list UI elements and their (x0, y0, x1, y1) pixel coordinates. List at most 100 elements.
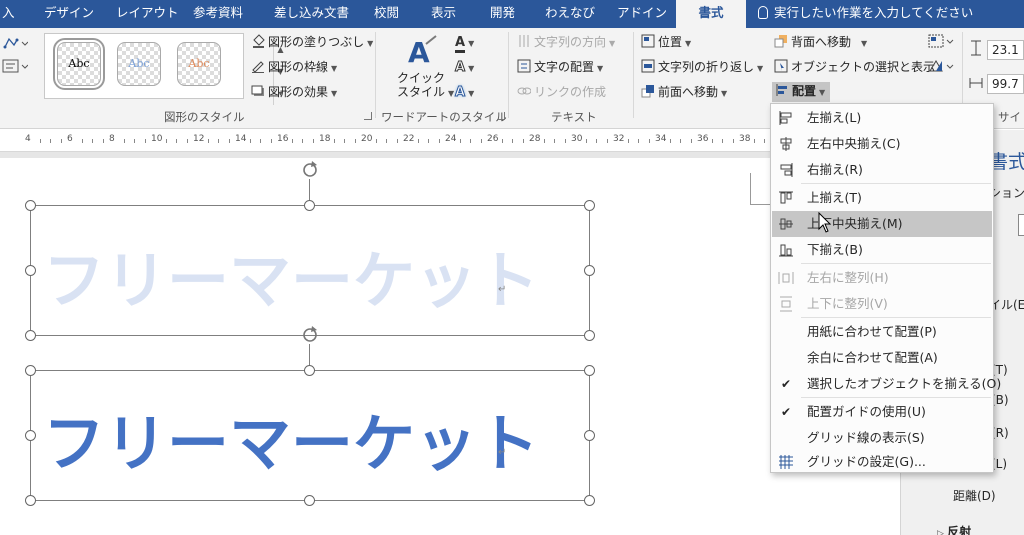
width-input[interactable]: 99.7 (987, 74, 1024, 94)
ruler-tick (543, 139, 545, 143)
pane-icon-box[interactable] (1018, 214, 1024, 236)
ruler-tick (564, 139, 566, 143)
text-effects-button[interactable]: A ▼ (454, 84, 474, 102)
tab-references[interactable]: 参考資料 (193, 0, 243, 28)
ruler-number: 24 (445, 134, 457, 144)
resize-handle[interactable] (304, 495, 315, 506)
menu-item-align-selected-objects[interactable]: ✔ 選択したオブジェクトを揃える(O) (772, 371, 1001, 397)
resize-handle[interactable] (25, 200, 36, 211)
tab-insert[interactable]: 入 (2, 0, 15, 28)
horizontal-ruler[interactable]: 468101214161820222426283032343638404244 (0, 130, 900, 152)
menu-item-align-right[interactable]: 右揃え(R) (772, 157, 992, 183)
ruler-tick (585, 139, 587, 143)
shape-style-swatch-3[interactable]: Abc (177, 42, 221, 86)
tab-review[interactable]: 校閲 (374, 0, 399, 28)
resize-handle[interactable] (584, 200, 595, 211)
menu-item-align-to-margin[interactable]: 余白に合わせて配置(A) (772, 345, 992, 371)
height-icon (969, 40, 983, 60)
group-label-wordart: ワードアートのスタイル (381, 110, 507, 124)
rotate-handle-icon[interactable] (300, 160, 320, 180)
tab-mailings[interactable]: 差し込み文書 (274, 0, 349, 28)
shape-styles-launcher-icon[interactable] (364, 112, 372, 120)
height-input[interactable]: 23.1 (987, 40, 1024, 60)
tab-view[interactable]: 表示 (431, 0, 456, 28)
menu-item-distribute-vertical[interactable]: 上下に整列(V) (772, 291, 992, 317)
selection-pane-button[interactable]: オブジェクトの選択と表示 (774, 59, 935, 75)
wordart-textbox-bottom[interactable]: フリーマーケット ↵ (30, 370, 590, 501)
menu-item-grid-settings[interactable]: グリッドの設定(G)... (772, 451, 992, 473)
ribbon-separator (508, 32, 509, 118)
menu-item-align-to-page[interactable]: 用紙に合わせて配置(P) (772, 319, 992, 345)
resize-handle[interactable] (304, 200, 315, 211)
tab-waenavi[interactable]: わえなび (545, 0, 595, 28)
resize-handle[interactable] (584, 330, 595, 341)
tab-design[interactable]: デザイン (44, 0, 94, 28)
wordart-launcher-icon[interactable] (497, 112, 505, 120)
pane-reflection-section[interactable]: ▷ 反射 (937, 523, 971, 535)
menu-item-align-left[interactable]: 左揃え(L) (772, 105, 992, 131)
menu-item-align-bottom[interactable]: 下揃え(B) (772, 237, 992, 263)
group-label-size: サイ (998, 110, 1021, 124)
resize-handle[interactable] (584, 430, 595, 441)
resize-handle[interactable] (25, 265, 36, 276)
menu-item-align-center[interactable]: 左右中央揃え(C) (772, 131, 992, 157)
shape-effects-button[interactable]: 図形の効果 ▼ (251, 84, 337, 102)
rotate-handle-icon[interactable] (300, 325, 320, 345)
text-direction-icon (519, 35, 529, 47)
ruler-number: 22 (403, 134, 415, 144)
tab-addins[interactable]: アドイン (617, 0, 667, 28)
shape-style-swatch-2[interactable]: Abc (117, 42, 161, 86)
ruler-tick (512, 139, 513, 143)
textbox-icon[interactable] (2, 59, 29, 77)
mouse-cursor-icon (818, 212, 832, 233)
tab-developer[interactable]: 開発 (490, 0, 515, 28)
resize-handle[interactable] (25, 430, 36, 441)
quick-style-button[interactable]: クイック スタイル ▼ (397, 71, 454, 101)
resize-handle[interactable] (25, 365, 36, 376)
shape-fill-button[interactable]: 図形の塗りつぶし ▼ (251, 34, 373, 52)
shape-style-gallery[interactable]: Abc Abc Abc ▲ ▼ ▾ (44, 33, 284, 105)
text-direction-button[interactable]: 文字列の方向 ▼ (517, 34, 615, 52)
bring-forward-button[interactable]: 前面へ移動 ▼ (641, 84, 727, 102)
align-button[interactable]: 配置 ▼ (772, 82, 831, 102)
menu-item-align-middle[interactable]: 上下中央揃え(M) (772, 211, 992, 237)
shape-style-swatch-1[interactable]: Abc (53, 38, 105, 90)
resize-handle[interactable] (584, 265, 595, 276)
shape-outline-button[interactable]: 図形の枠線 ▼ (251, 59, 337, 77)
ruler-tick (638, 139, 639, 143)
document-page[interactable]: フリーマーケット ↵ フリーマーケット ↵ (0, 158, 900, 535)
ruler-tick (249, 139, 251, 143)
text-fill-button[interactable]: A ▼ (455, 34, 474, 53)
quick-style-icon[interactable]: A (402, 34, 442, 72)
text-outline-button[interactable]: A ▼ (454, 59, 474, 77)
ruler-tick (428, 139, 429, 143)
ruler-tick (207, 139, 209, 143)
menu-item-distribute-horizontal[interactable]: 左右に整列(H) (772, 265, 992, 291)
ruler-tick (291, 139, 293, 143)
wordart-textbox-top[interactable]: フリーマーケット ↵ (30, 205, 590, 336)
menu-item-view-gridlines[interactable]: グリッド線の表示(S) (772, 425, 992, 451)
resize-handle[interactable] (304, 365, 315, 376)
group-label-text: テキスト (551, 110, 597, 124)
menu-item-use-alignment-guides[interactable]: ✔ 配置ガイドの使用(U) (772, 399, 992, 425)
align-left-icon (779, 111, 792, 125)
tab-layout[interactable]: レイアウト (116, 0, 179, 28)
rotate-icon[interactable] (928, 59, 956, 77)
resize-handle[interactable] (584, 495, 595, 506)
tell-me-search[interactable]: 実行したい作業を入力してください (758, 0, 973, 28)
position-button[interactable]: 位置 ▼ (641, 34, 691, 52)
resize-handle[interactable] (25, 495, 36, 506)
send-backward-button[interactable]: 背面へ移動 ▼ (774, 34, 867, 52)
menu-item-align-top[interactable]: 上揃え(T) (772, 185, 992, 211)
checkmark-icon: ✔ (781, 405, 792, 419)
create-link-button[interactable]: リンクの作成 (517, 84, 606, 100)
group-icon[interactable] (928, 34, 956, 52)
ruler-number: 18 (319, 134, 331, 144)
tab-format[interactable]: 書式 (676, 0, 746, 28)
resize-handle[interactable] (25, 330, 36, 341)
wrap-text-button[interactable]: 文字列の折り返し ▼ (641, 59, 763, 77)
tell-me-text: 実行したい作業を入力してください (774, 5, 974, 20)
edit-shape-icon[interactable] (2, 36, 29, 54)
resize-handle[interactable] (584, 365, 595, 376)
text-align-button[interactable]: 文字の配置 ▼ (517, 59, 603, 77)
